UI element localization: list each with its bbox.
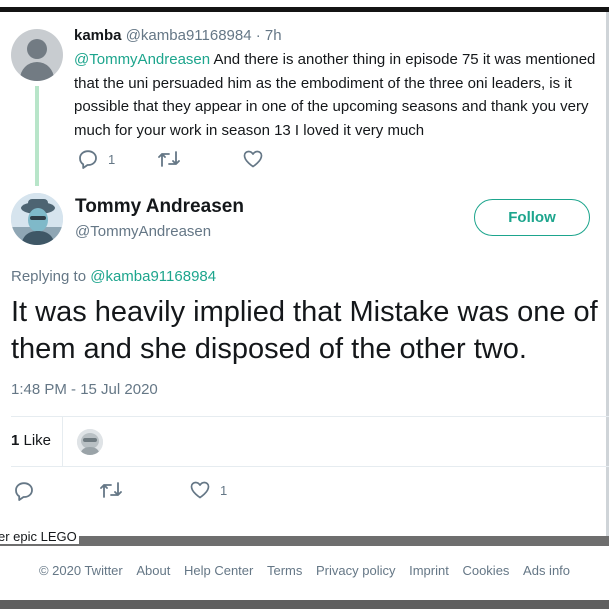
footer-link-ads-info[interactable]: Ads info xyxy=(523,563,570,578)
replying-to-link[interactable]: @kamba91168984 xyxy=(90,268,216,285)
reply-mention-link[interactable]: @TommyAndreasen xyxy=(74,51,210,68)
tweet-timestamp[interactable]: 1:48 PM - 15 Jul 2020 xyxy=(11,381,158,398)
top-border xyxy=(0,0,609,12)
reply-actions: 1 xyxy=(78,148,263,170)
likes-label: Like xyxy=(19,432,52,449)
tweet-like-button[interactable]: 1 xyxy=(190,481,227,499)
footer-link-terms[interactable]: Terms xyxy=(267,563,302,578)
user-avatar-image xyxy=(11,193,63,245)
reply-separator: · xyxy=(255,27,261,44)
like-icon xyxy=(190,481,210,499)
replying-prefix: Replying to xyxy=(11,268,91,285)
bottom-border xyxy=(0,600,609,609)
tweet-actions: 1 xyxy=(14,481,314,503)
retweet-icon xyxy=(100,481,122,499)
divider-bottom xyxy=(11,466,609,467)
reply-button[interactable]: 1 xyxy=(78,149,115,169)
reply-author-handle[interactable]: @kamba91168984 xyxy=(126,27,252,44)
thread-line xyxy=(35,86,39,186)
retweet-icon xyxy=(158,150,181,168)
section-separator xyxy=(0,536,609,546)
reply-header: kamba @kamba91168984 · 7h xyxy=(74,27,282,44)
footer-link-privacy-policy[interactable]: Privacy policy xyxy=(316,563,395,578)
footer-copyright[interactable]: © 2020 Twitter xyxy=(39,563,123,578)
footer-link-cookies[interactable]: Cookies xyxy=(462,563,509,578)
tweet-like-count: 1 xyxy=(220,482,228,498)
liker-avatar-image xyxy=(77,429,103,455)
replying-to: Replying to @kamba91168984 xyxy=(11,268,216,285)
likes-divider xyxy=(62,417,63,466)
tweet-author-handle[interactable]: @TommyAndreasen xyxy=(75,223,211,240)
liker-avatar[interactable] xyxy=(77,429,103,455)
reply-count: 1 xyxy=(108,151,116,167)
footer-link-about[interactable]: About xyxy=(136,563,170,578)
tweet-text: It was heavily implied that Mistake was … xyxy=(11,296,598,365)
footer-links: © 2020 Twitter About Help Center Terms P… xyxy=(0,563,609,578)
user-avatar[interactable] xyxy=(11,193,63,245)
reply-time[interactable]: 7h xyxy=(265,27,282,44)
reply-icon xyxy=(78,149,98,169)
cut-off-text: er epic LEGO xyxy=(0,529,79,544)
follow-button[interactable]: Follow xyxy=(474,199,590,236)
avatar-body-shape xyxy=(20,62,54,81)
like-button[interactable] xyxy=(243,150,263,168)
divider-top xyxy=(11,416,609,417)
avatar-head-shape xyxy=(27,39,47,59)
tweet-author-name[interactable]: Tommy Andreasen xyxy=(75,196,244,218)
like-icon xyxy=(243,150,263,168)
footer-link-help-center[interactable]: Help Center xyxy=(184,563,253,578)
retweet-button[interactable] xyxy=(158,150,181,168)
reply-icon xyxy=(14,481,34,501)
default-avatar[interactable] xyxy=(11,29,63,81)
likes-count[interactable]: 1 Like xyxy=(11,432,51,449)
footer-link-imprint[interactable]: Imprint xyxy=(409,563,449,578)
tweet-retweet-button[interactable] xyxy=(100,481,122,499)
tweet-reply-button[interactable] xyxy=(14,481,34,501)
reply-author-name[interactable]: kamba xyxy=(74,27,122,44)
reply-text: @TommyAndreasen And there is another thi… xyxy=(74,48,609,142)
